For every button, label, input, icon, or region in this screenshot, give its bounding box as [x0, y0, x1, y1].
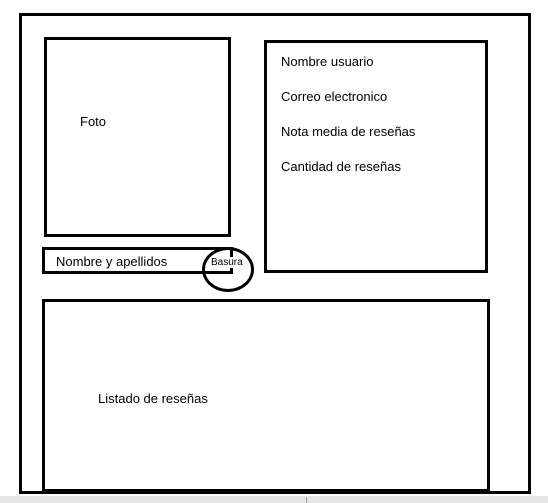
- trash-button[interactable]: [202, 247, 254, 292]
- profile-photo: Foto: [44, 37, 231, 237]
- username-label: Nombre usuario: [281, 54, 374, 69]
- trash-button-label: Basura: [210, 257, 244, 268]
- review-count-label: Cantidad de reseñas: [281, 159, 401, 174]
- reviews-list-panel: Listado de reseñas: [42, 299, 490, 492]
- user-info-panel: Nombre usuario Correo electronico Nota m…: [264, 40, 488, 273]
- average-rating-label: Nota media de reseñas: [281, 124, 416, 139]
- photo-label: Foto: [80, 114, 107, 129]
- full-name-label: Nombre y apellidos: [56, 254, 168, 269]
- scrollbar-marker: [306, 497, 307, 503]
- email-label: Correo electronico: [281, 89, 388, 104]
- bottom-scrollbar[interactable]: [0, 496, 548, 503]
- reviews-list-label: Listado de reseñas: [98, 391, 208, 406]
- user-info-list: Nombre usuario Correo electronico Nota m…: [281, 53, 415, 193]
